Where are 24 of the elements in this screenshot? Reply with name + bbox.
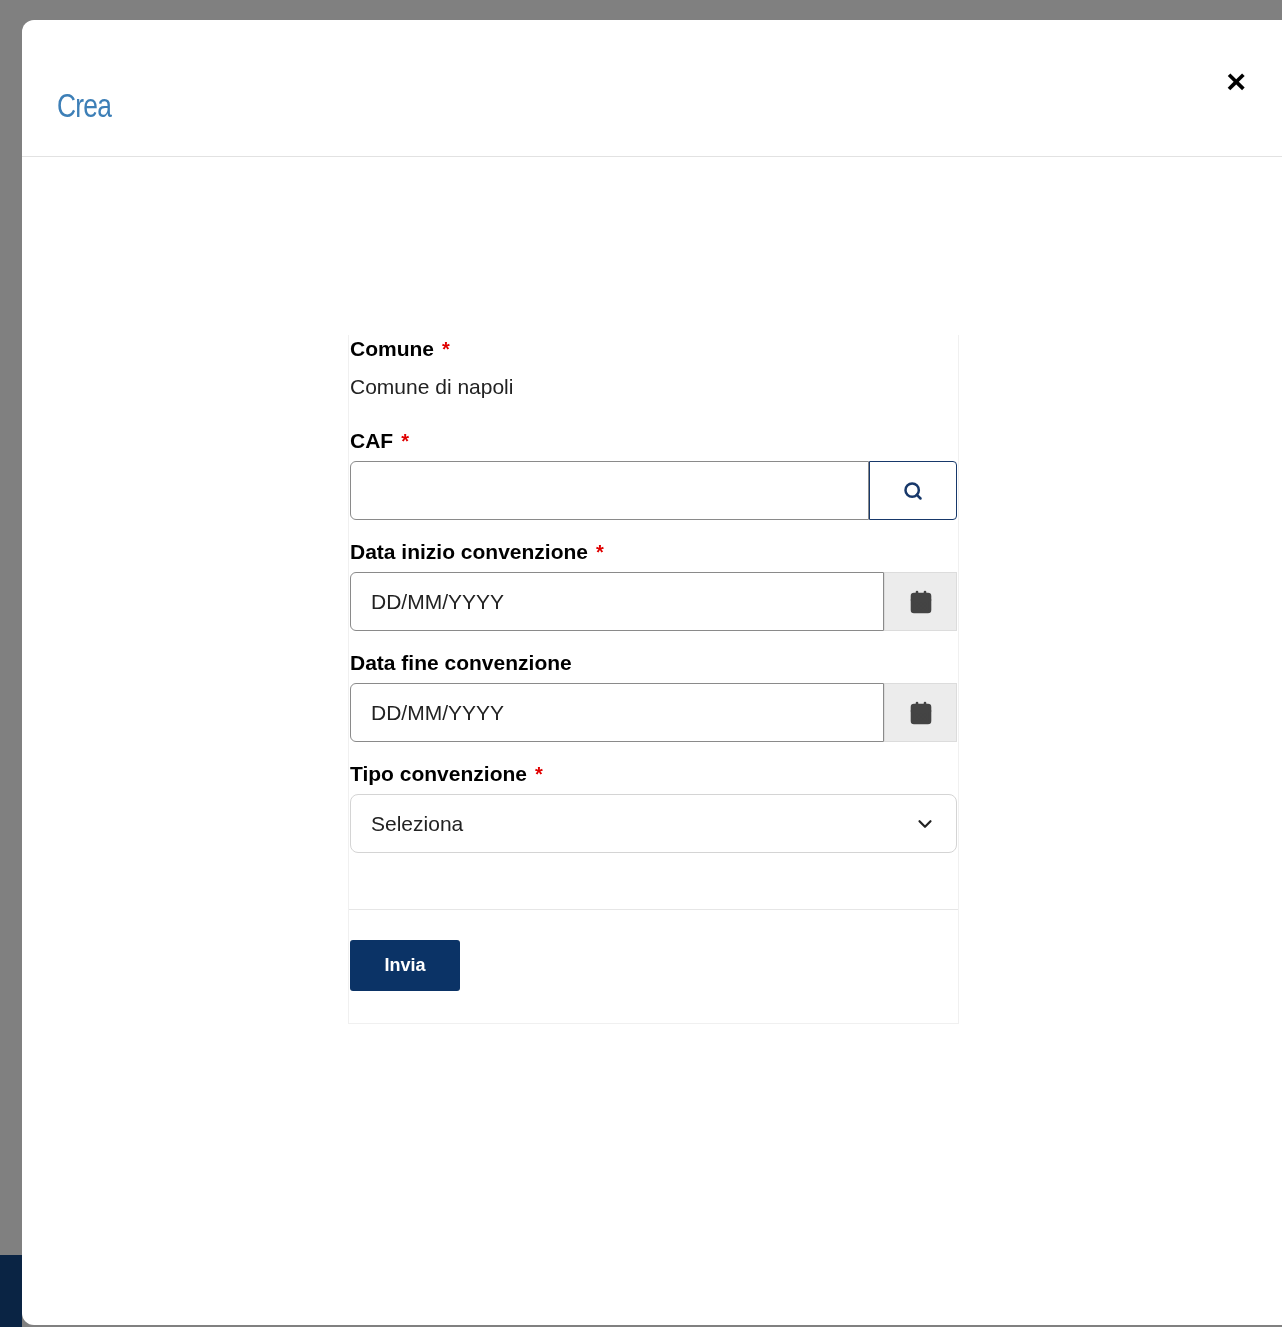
required-asterisk: *	[596, 542, 604, 562]
search-button[interactable]	[869, 461, 957, 520]
field-label: Tipo convenzione	[350, 761, 527, 787]
date-field[interactable]: DD/MM/YYYY	[350, 683, 884, 742]
field-label: Data inizio convenzione	[350, 539, 589, 565]
search-icon	[903, 480, 923, 501]
calendar-button[interactable]	[884, 572, 957, 631]
calendar-button[interactable]	[884, 683, 957, 742]
required-asterisk: *	[401, 431, 409, 451]
required-asterisk: *	[442, 339, 450, 359]
input-field[interactable]	[350, 461, 869, 520]
select-dropdown[interactable]: Seleziona	[350, 794, 957, 853]
submit-button[interactable]: Invia	[350, 940, 460, 991]
field-label: Comune	[350, 336, 434, 362]
calendar-icon	[908, 700, 933, 725]
date-field[interactable]: DD/MM/YYYY	[350, 572, 884, 631]
calendar-icon	[908, 589, 933, 614]
required-asterisk: *	[534, 764, 543, 784]
field-label: CAF	[350, 428, 394, 454]
background-footer-strip	[0, 1255, 22, 1327]
close-button[interactable]: ×	[1226, 64, 1246, 98]
field-value: Comune di napoli	[350, 374, 515, 400]
field-label: Data fine convenzione	[350, 650, 572, 676]
dialog-title: Crea	[57, 86, 112, 126]
